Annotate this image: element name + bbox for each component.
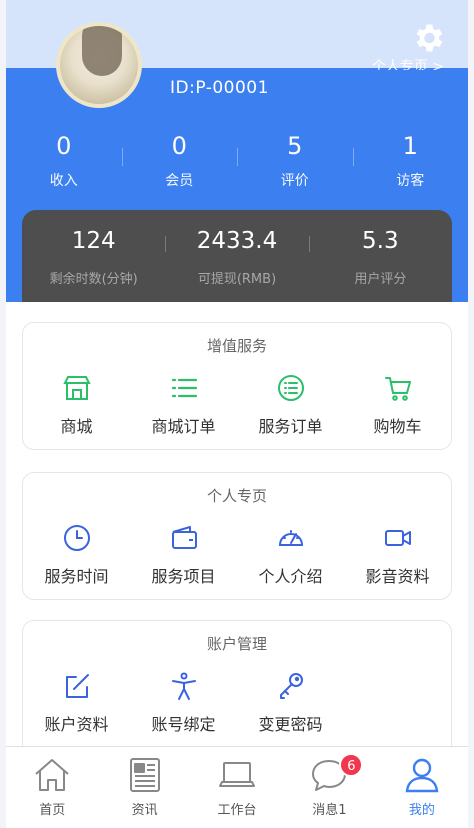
menu-item-label: 服务项目 xyxy=(151,567,216,586)
menu-item-label: 商城 xyxy=(60,417,93,436)
avatar[interactable] xyxy=(56,22,142,108)
stat-reviews[interactable]: 5 评价 xyxy=(237,130,353,192)
profile-page-link[interactable]: 个人专页 > xyxy=(372,56,444,70)
tab-label: 消息1 xyxy=(312,803,347,818)
list-icon xyxy=(171,378,197,398)
stat-value: 1 xyxy=(402,132,418,160)
store-icon xyxy=(62,376,91,400)
summary-value: 5.3 xyxy=(362,228,399,254)
menu-item-account-info[interactable]: 账户资料 xyxy=(23,671,130,735)
stat-label: 访客 xyxy=(396,173,425,189)
menu-item-service-items[interactable]: 服务项目 xyxy=(130,523,237,587)
stat-value: 5 xyxy=(287,132,303,160)
stat-value: 0 xyxy=(171,132,187,160)
section-title: 个人专页 xyxy=(206,487,267,505)
summary-value: 2433.4 xyxy=(196,228,278,254)
menu-item-mall-orders[interactable]: 商城订单 xyxy=(130,373,237,437)
menu-item-label: 个人介绍 xyxy=(258,567,323,586)
person-icon xyxy=(171,672,196,700)
app-screen: ID:P-00001 个人专页 > 0 收入 0 会员 5 评价 1 访客 12… xyxy=(6,0,468,828)
home-icon xyxy=(35,759,69,791)
menu-item-empty xyxy=(344,671,451,735)
summary-user-rating[interactable]: 5.3 用户评分 xyxy=(308,210,452,302)
stat-label: 评价 xyxy=(280,173,309,189)
summary-label: 剩余时数(分钟) xyxy=(49,272,138,287)
section-title: 增值服务 xyxy=(206,337,267,355)
menu-item-service-orders[interactable]: 服务订单 xyxy=(237,373,344,437)
menu-item-self-intro[interactable]: 个人介绍 xyxy=(237,523,344,587)
edit-icon xyxy=(65,674,89,698)
stat-value: 0 xyxy=(56,132,72,160)
stat-visitors[interactable]: 1 访客 xyxy=(352,130,469,192)
user-id: ID:P-00001 xyxy=(170,78,269,98)
summary-value: 124 xyxy=(71,228,116,254)
gauge-icon xyxy=(278,530,303,546)
summary-label: 用户评分 xyxy=(354,272,407,287)
tab-label: 资讯 xyxy=(131,803,158,818)
clock-icon xyxy=(63,525,90,551)
summary-card: 124 剩余时数(分钟) 2433.4 可提现(RMB) 5.3 用户评分 xyxy=(22,210,452,302)
summary-withdrawable[interactable]: 2433.4 可提现(RMB) xyxy=(165,210,308,302)
menu-item-change-password[interactable]: 变更密码 xyxy=(237,671,344,735)
tab-label: 工作台 xyxy=(217,803,257,818)
stat-income[interactable]: 0 收入 xyxy=(6,130,122,192)
menu-item-label: 影音资料 xyxy=(365,567,430,586)
video-icon xyxy=(384,530,411,546)
wallet-icon xyxy=(171,526,197,549)
laptop-icon xyxy=(219,762,256,787)
menu-item-label: 变更密码 xyxy=(258,715,323,734)
menu-item-mall[interactable]: 商城 xyxy=(23,373,130,437)
tab-me[interactable]: 我的 xyxy=(376,747,468,828)
section-account: 账户管理 账户资料 账号绑定 变更密码 xyxy=(22,620,452,760)
news-icon xyxy=(129,758,160,792)
menu-item-cart[interactable]: 购物车 xyxy=(344,373,451,437)
user-icon xyxy=(405,758,439,793)
section-personal: 个人专页 服务时间 服务项目 个人介绍 影音资料 xyxy=(22,472,452,600)
menu-item-label: 购物车 xyxy=(373,417,422,436)
section-title: 账户管理 xyxy=(206,635,267,653)
menu-item-media[interactable]: 影音资料 xyxy=(344,523,451,587)
notification-badge: 6 xyxy=(339,753,364,777)
stat-members[interactable]: 0 会员 xyxy=(121,130,238,192)
bottom-nav: 首页 资讯 工作台 6 消息1 我的 xyxy=(6,746,468,828)
section-value-added: 增值服务 商城 商城订单 服务订单 购物车 xyxy=(22,322,452,450)
stats-row: 0 收入 0 会员 5 评价 1 访客 xyxy=(6,130,468,192)
tab-messages[interactable]: 6 消息1 xyxy=(283,747,375,828)
circle-list-icon xyxy=(277,375,304,401)
stat-label: 收入 xyxy=(49,173,78,189)
stat-label: 会员 xyxy=(165,173,194,189)
tab-workbench[interactable]: 工作台 xyxy=(191,747,283,828)
menu-item-label: 服务订单 xyxy=(258,417,323,436)
menu-item-label: 服务时间 xyxy=(44,567,109,586)
tab-news[interactable]: 资讯 xyxy=(98,747,190,828)
summary-remaining-minutes[interactable]: 124 剩余时数(分钟) xyxy=(22,210,165,302)
summary-label: 可提现(RMB) xyxy=(197,272,277,287)
menu-item-service-time[interactable]: 服务时间 xyxy=(23,523,130,587)
menu-item-label: 商城订单 xyxy=(151,417,216,436)
key-icon xyxy=(279,673,303,699)
tab-home[interactable]: 首页 xyxy=(6,747,98,828)
cart-icon xyxy=(384,377,411,401)
gear-icon[interactable] xyxy=(410,20,446,56)
menu-item-label: 账户资料 xyxy=(44,715,109,734)
menu-item-label: 账号绑定 xyxy=(151,715,216,734)
tab-label: 首页 xyxy=(39,803,66,818)
tab-label: 我的 xyxy=(408,803,435,818)
menu-item-account-binding[interactable]: 账号绑定 xyxy=(130,671,237,735)
